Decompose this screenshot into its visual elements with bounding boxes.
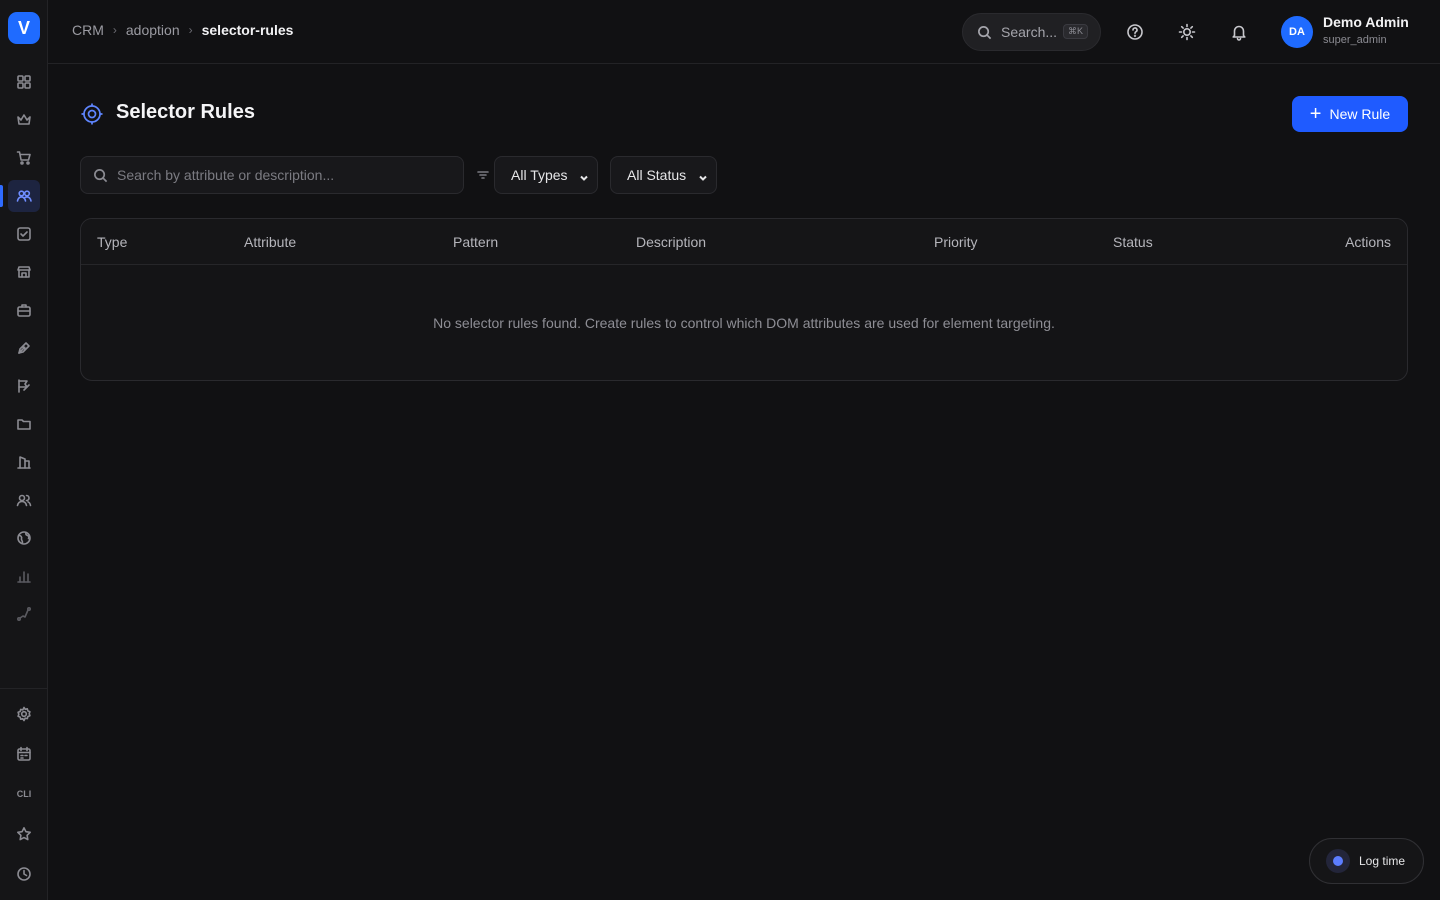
- breadcrumb: CRM › adoption › selector-rules: [72, 22, 293, 38]
- pen-icon[interactable]: [12, 336, 36, 360]
- trend-icon[interactable]: [12, 602, 36, 626]
- sidebar: V CLI: [0, 0, 48, 900]
- rule-search-field[interactable]: [80, 156, 464, 194]
- dashboard-icon[interactable]: [12, 70, 36, 94]
- user-name[interactable]: Demo Admin: [1323, 14, 1409, 30]
- chevron-right-icon: ›: [112, 23, 117, 37]
- breadcrumb-crm[interactable]: CRM: [72, 22, 104, 38]
- team-icon[interactable]: [12, 488, 36, 512]
- status-filter-select[interactable]: All Status: [610, 156, 717, 194]
- chevron-down-icon: [698, 170, 708, 181]
- new-rule-label: New Rule: [1329, 106, 1391, 122]
- top-bar: CRM › adoption › selector-rules Search..…: [48, 0, 1440, 64]
- empty-state-message: No selector rules found. Create rules to…: [433, 315, 1055, 331]
- log-time-button[interactable]: Log time: [1309, 838, 1424, 884]
- avatar[interactable]: DA: [1281, 16, 1313, 48]
- rules-table: Type Attribute Pattern Description Prior…: [80, 218, 1408, 381]
- star-icon[interactable]: [12, 822, 36, 846]
- chevron-right-icon: ›: [188, 23, 193, 37]
- checkbox-icon[interactable]: [12, 222, 36, 246]
- bar-chart-icon[interactable]: [12, 564, 36, 588]
- store-icon[interactable]: [12, 260, 36, 284]
- global-search-button[interactable]: Search... ⌘K: [962, 13, 1101, 51]
- cart-icon[interactable]: [12, 146, 36, 170]
- target-icon: [80, 102, 104, 126]
- filter-icon: [476, 168, 490, 182]
- search-icon: [978, 25, 992, 39]
- sidebar-divider: [0, 688, 48, 689]
- rule-search-input[interactable]: [117, 157, 457, 193]
- column-attribute[interactable]: Attribute: [244, 234, 296, 250]
- campaign-icon[interactable]: [12, 374, 36, 398]
- breadcrumb-adoption[interactable]: adoption: [126, 22, 180, 38]
- search-icon: [94, 169, 108, 183]
- bell-icon[interactable]: [1227, 20, 1251, 44]
- global-search-label: Search...: [1001, 24, 1058, 40]
- briefcase-icon[interactable]: [12, 298, 36, 322]
- building-icon[interactable]: [12, 450, 36, 474]
- new-rule-button[interactable]: + New Rule: [1292, 96, 1408, 132]
- settings-icon[interactable]: [12, 702, 36, 726]
- column-status[interactable]: Status: [1113, 234, 1153, 250]
- folder-icon[interactable]: [12, 412, 36, 436]
- users-icon[interactable]: [8, 180, 40, 212]
- clock-icon[interactable]: [12, 862, 36, 886]
- status-filter-value: All Status: [627, 167, 687, 183]
- column-pattern[interactable]: Pattern: [453, 234, 498, 250]
- type-filter-select[interactable]: All Types: [494, 156, 598, 194]
- table-header: Type Attribute Pattern Description Prior…: [81, 219, 1407, 265]
- logo-letter: V: [17, 17, 30, 38]
- active-indicator: [0, 185, 3, 207]
- plus-icon: +: [1309, 103, 1322, 125]
- help-icon[interactable]: [1123, 20, 1147, 44]
- log-time-label: Log time: [1359, 854, 1406, 868]
- page-title: Selector Rules: [116, 101, 255, 123]
- globe-icon[interactable]: [12, 526, 36, 550]
- column-priority[interactable]: Priority: [934, 234, 978, 250]
- user-role: super_admin: [1323, 34, 1387, 46]
- search-shortcut: ⌘K: [1062, 24, 1088, 39]
- theme-toggle-icon[interactable]: [1175, 20, 1199, 44]
- column-actions: Actions: [1345, 234, 1391, 250]
- column-type[interactable]: Type: [97, 234, 127, 250]
- timer-icon: [1326, 849, 1350, 873]
- crown-icon[interactable]: [12, 108, 36, 132]
- breadcrumb-current: selector-rules: [201, 22, 294, 38]
- cli-label[interactable]: CLI: [12, 789, 36, 799]
- column-description[interactable]: Description: [636, 234, 706, 250]
- type-filter-value: All Types: [511, 167, 568, 183]
- app-logo[interactable]: V: [8, 12, 40, 44]
- chevron-down-icon: [579, 170, 589, 181]
- calendar-icon[interactable]: [12, 742, 36, 766]
